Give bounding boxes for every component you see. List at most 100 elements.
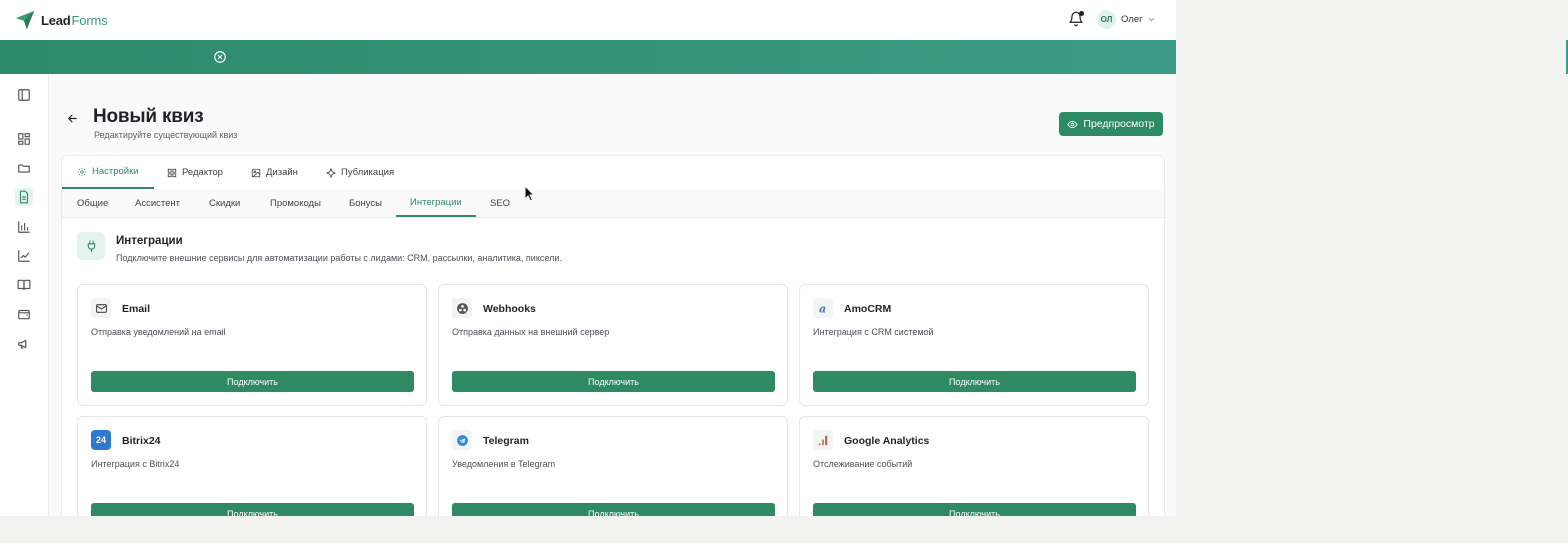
connect-telegram-button[interactable]: Подключить bbox=[452, 503, 775, 516]
logo-arrow-icon bbox=[15, 10, 35, 30]
tab-editor[interactable]: Редактор bbox=[167, 156, 223, 189]
tab-editor-label: Редактор bbox=[182, 167, 223, 178]
card-title: Google Analytics bbox=[844, 435, 930, 447]
subtab-seo[interactable]: SEO bbox=[490, 189, 510, 217]
sidebar-item-marketing[interactable] bbox=[15, 335, 33, 353]
image-icon bbox=[251, 168, 261, 177]
bitrix24-icon: 24 bbox=[95, 435, 106, 445]
integration-card-google-analytics: Google Analytics Отслеживание событий По… bbox=[799, 416, 1149, 516]
card-title: Telegram bbox=[483, 435, 529, 447]
sidebar-item-docs[interactable] bbox=[15, 276, 33, 294]
preview-button-label: Предпросмотр bbox=[1083, 118, 1155, 130]
line-chart-icon bbox=[18, 250, 30, 262]
section-title: Интеграции bbox=[116, 235, 183, 247]
card-icon bbox=[813, 430, 833, 450]
card-icon bbox=[91, 298, 111, 318]
google-analytics-icon bbox=[818, 435, 827, 445]
card-title: AmoCRM bbox=[844, 303, 892, 315]
card-description: Уведомления в Telegram bbox=[452, 459, 556, 469]
card-icon: 24 bbox=[91, 430, 111, 450]
sidebar-item-analytics[interactable] bbox=[15, 247, 33, 265]
grid-icon bbox=[167, 168, 177, 177]
subtab-general[interactable]: Общие bbox=[77, 189, 108, 217]
book-icon bbox=[17, 279, 31, 291]
section-description: Подключите внешние сервисы для автоматиз… bbox=[116, 253, 562, 263]
webhook-icon bbox=[456, 302, 468, 314]
promo-banner bbox=[0, 40, 1176, 74]
mouse-cursor-icon bbox=[524, 185, 536, 202]
user-name[interactable]: Олег bbox=[1121, 14, 1143, 25]
card-title: Webhooks bbox=[483, 303, 536, 315]
avatar[interactable]: ОЛ bbox=[1097, 10, 1116, 29]
connect-google-analytics-button[interactable]: Подключить bbox=[813, 503, 1136, 516]
amocrm-icon: a bbox=[819, 302, 826, 315]
wallet-icon bbox=[18, 309, 30, 320]
page-title: Новый квиз bbox=[93, 106, 204, 127]
sub-tabs: Общие Ассистент Скидки Промокоды Бонусы … bbox=[62, 189, 1164, 218]
integration-card-bitrix24: 24 Bitrix24 Интеграция с Bitrix24 Подклю… bbox=[77, 416, 427, 516]
subtab-integrations[interactable]: Интеграции bbox=[396, 189, 476, 217]
logo-text-lead: Lead bbox=[41, 12, 71, 28]
connect-webhooks-button[interactable]: Подключить bbox=[452, 371, 775, 392]
integration-card-webhooks: Webhooks Отправка данных на внешний серв… bbox=[438, 284, 788, 406]
section-icon bbox=[77, 232, 105, 260]
card-icon bbox=[452, 430, 472, 450]
card-description: Интеграция с CRM системой bbox=[813, 327, 934, 337]
folder-icon bbox=[18, 164, 30, 173]
page-subtitle: Редактируйте существующий квиз bbox=[94, 130, 238, 140]
settings-panel: Настройки Редактор Дизайн Публикация Общ… bbox=[61, 155, 1165, 516]
integration-card-amocrm: a AmoCRM Интеграция с CRM системой Подкл… bbox=[799, 284, 1149, 406]
gear-icon bbox=[77, 167, 87, 176]
card-description: Отправка уведомлений на email bbox=[91, 327, 226, 337]
subtab-bonuses[interactable]: Бонусы bbox=[349, 189, 382, 217]
document-icon bbox=[19, 190, 29, 204]
sidebar-item-billing[interactable] bbox=[15, 305, 33, 323]
sidebar-item-folders[interactable] bbox=[15, 159, 33, 177]
svg-text:a: a bbox=[819, 302, 826, 315]
connect-email-button[interactable]: Подключить bbox=[91, 371, 414, 392]
card-icon bbox=[452, 298, 472, 318]
sidebar-toggle-button[interactable] bbox=[15, 86, 33, 104]
notification-dot bbox=[1079, 11, 1084, 16]
tab-publish[interactable]: Публикация bbox=[326, 156, 394, 189]
card-description: Отслеживание событий bbox=[813, 459, 913, 469]
subtab-discounts[interactable]: Скидки bbox=[209, 189, 240, 217]
tab-design-label: Дизайн bbox=[266, 167, 298, 178]
top-bar: Lead Forms ОЛ Олег bbox=[0, 0, 1176, 41]
back-arrow-icon[interactable] bbox=[66, 112, 79, 125]
mail-icon bbox=[95, 303, 107, 313]
card-icon: a bbox=[813, 298, 833, 318]
connect-bitrix24-button[interactable]: Подключить bbox=[91, 503, 414, 516]
dashboard-icon bbox=[18, 133, 30, 145]
tab-design[interactable]: Дизайн bbox=[251, 156, 298, 189]
tab-settings-label: Настройки bbox=[92, 166, 139, 177]
subtab-assistant[interactable]: Ассистент bbox=[135, 189, 180, 217]
logo[interactable]: Lead Forms bbox=[14, 9, 108, 31]
subtab-promocodes[interactable]: Промокоды bbox=[270, 189, 321, 217]
eye-icon bbox=[1067, 120, 1079, 128]
sidebar-toggle-icon bbox=[18, 89, 30, 101]
main-tabs: Настройки Редактор Дизайн Публикация bbox=[62, 156, 1164, 190]
card-description: Отправка данных на внешний сервер bbox=[452, 327, 610, 337]
preview-button[interactable]: Предпросмотр bbox=[1059, 112, 1163, 136]
card-description: Интеграция с Bitrix24 bbox=[91, 459, 180, 469]
integration-card-telegram: Telegram Уведомления в Telegram Подключи… bbox=[438, 416, 788, 516]
integration-card-email: Email Отправка уведомлений на email Подк… bbox=[77, 284, 427, 406]
chevron-down-icon[interactable] bbox=[1147, 15, 1156, 24]
sidebar-item-dashboard[interactable] bbox=[15, 130, 33, 148]
sidebar bbox=[0, 74, 49, 516]
tab-settings[interactable]: Настройки bbox=[62, 156, 154, 189]
card-title: Bitrix24 bbox=[122, 435, 161, 447]
telegram-icon bbox=[456, 434, 468, 446]
close-circle-icon[interactable] bbox=[213, 50, 227, 64]
bar-chart-icon bbox=[18, 221, 30, 233]
plug-icon bbox=[87, 240, 95, 252]
publish-icon bbox=[326, 167, 336, 178]
megaphone-icon bbox=[18, 339, 27, 349]
main-content: Новый квиз Редактируйте существующий кви… bbox=[49, 74, 1176, 516]
sidebar-item-quizzes[interactable] bbox=[15, 188, 33, 206]
sidebar-item-stats[interactable] bbox=[15, 218, 33, 236]
app-window: Lead Forms ОЛ Олег Новый квиз Редактируй… bbox=[0, 0, 1176, 516]
logo-text-forms: Forms bbox=[71, 12, 108, 28]
connect-amocrm-button[interactable]: Подключить bbox=[813, 371, 1136, 392]
